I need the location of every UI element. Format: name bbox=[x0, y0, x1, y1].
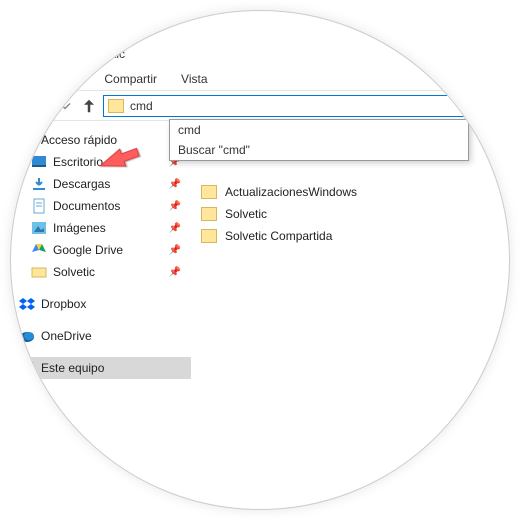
sidebar-item-label: Google Drive bbox=[53, 243, 123, 257]
suggestion-search-cmd[interactable]: Buscar "cmd" bbox=[170, 140, 468, 160]
file-name: Solvetic Compartida bbox=[225, 229, 510, 243]
pin-icon: 📌 bbox=[169, 201, 181, 212]
folder-icon bbox=[108, 99, 124, 113]
sidebar-item-label: Acceso rápido bbox=[41, 133, 117, 147]
pin-icon: 📌 bbox=[169, 223, 181, 234]
up-button[interactable] bbox=[79, 96, 99, 116]
dropbox-icon bbox=[19, 296, 35, 312]
pin-icon: 📌 bbox=[169, 267, 181, 278]
file-name: Solvetic bbox=[225, 207, 510, 221]
download-icon bbox=[31, 176, 47, 192]
address-input[interactable] bbox=[130, 99, 510, 113]
sidebar-item-tecas[interactable]: tecas bbox=[10, 389, 191, 411]
pin-icon: 📌 bbox=[169, 179, 181, 190]
tab-inicio[interactable]: Inicio bbox=[40, 67, 92, 91]
folder-icon bbox=[31, 264, 47, 280]
sidebar-item-label: Imágenes bbox=[53, 221, 106, 235]
address-suggestions: cmd Buscar "cmd" bbox=[169, 119, 469, 161]
google-drive-icon bbox=[31, 242, 47, 258]
sidebar-item-genes[interactable]: genes bbox=[10, 411, 191, 433]
folder-icon bbox=[201, 185, 217, 199]
document-icon bbox=[31, 198, 47, 214]
file-name: ActualizacionesWindows bbox=[225, 185, 510, 199]
file-row[interactable]: ActualizacionesWindows 9/6/2018 bbox=[191, 181, 510, 203]
title-bar: Solvetic bbox=[10, 41, 510, 67]
forward-button[interactable] bbox=[31, 96, 51, 116]
recent-dropdown[interactable] bbox=[55, 96, 75, 116]
sidebar-quick-access[interactable]: Acceso rápido bbox=[10, 129, 191, 151]
sidebar-this-pc[interactable]: Este equipo bbox=[10, 357, 191, 379]
sidebar-item-label: Dropbox bbox=[41, 297, 86, 311]
folder-icon bbox=[61, 47, 77, 61]
star-icon bbox=[19, 132, 35, 148]
onedrive-icon bbox=[19, 328, 35, 344]
sidebar-item-images[interactable]: Imágenes 📌 bbox=[10, 217, 191, 239]
tab-vista[interactable]: Vista bbox=[169, 67, 219, 91]
sidebar-item-solvetic[interactable]: Solvetic 📌 bbox=[10, 261, 191, 283]
sidebar-item-documents[interactable]: Documentos 📌 bbox=[10, 195, 191, 217]
navigation-row: cmd Buscar "cmd" bbox=[10, 91, 510, 121]
sidebar-item-label: Descargas bbox=[53, 177, 110, 191]
pin-icon: 📌 bbox=[169, 245, 181, 256]
suggestion-cmd[interactable]: cmd bbox=[170, 120, 468, 140]
sidebar-item-label: genes bbox=[31, 415, 64, 429]
sidebar-item-label: Documentos bbox=[53, 199, 120, 213]
window-title: Solvetic bbox=[83, 47, 125, 61]
file-list: ActualizacionesWindows 9/6/2018 Solvetic… bbox=[191, 121, 510, 441]
pc-icon bbox=[19, 360, 35, 376]
sidebar-dropbox[interactable]: Dropbox bbox=[10, 293, 191, 315]
back-button[interactable] bbox=[10, 96, 27, 116]
explorer-body: Acceso rápido Escritorio 📌 Descargas 📌 D… bbox=[10, 121, 510, 441]
sidebar-item-desktop[interactable]: Escritorio 📌 bbox=[10, 151, 191, 173]
sidebar-item-google-drive[interactable]: Google Drive 📌 bbox=[10, 239, 191, 261]
sidebar-item-label: Este equipo bbox=[41, 361, 104, 375]
file-explorer-window: Solvetic ivo Inicio Compartir Vista cmd … bbox=[10, 41, 510, 441]
ribbon-tabs: ivo Inicio Compartir Vista bbox=[10, 67, 510, 91]
image-icon bbox=[31, 220, 47, 236]
desktop-icon bbox=[31, 154, 47, 170]
address-bar[interactable] bbox=[103, 95, 510, 117]
folder-icon bbox=[201, 229, 217, 243]
tab-compartir[interactable]: Compartir bbox=[92, 67, 169, 91]
tab-archivo[interactable]: ivo bbox=[10, 67, 40, 91]
folder-icon bbox=[201, 207, 217, 221]
sidebar-item-label: tecas bbox=[19, 393, 48, 407]
sidebar-item-downloads[interactable]: Descargas 📌 bbox=[10, 173, 191, 195]
sidebar-onedrive[interactable]: OneDrive bbox=[10, 325, 191, 347]
sidebar-item-label: Escritorio bbox=[53, 155, 103, 169]
file-row[interactable]: Solvetic Compartida 7/11/2018 bbox=[191, 225, 510, 247]
sidebar-item-label: OneDrive bbox=[41, 329, 92, 343]
file-row[interactable]: Solvetic 9/7/2019 bbox=[191, 203, 510, 225]
sidebar-item-label: Solvetic bbox=[53, 265, 95, 279]
navigation-pane: Acceso rápido Escritorio 📌 Descargas 📌 D… bbox=[10, 121, 191, 441]
